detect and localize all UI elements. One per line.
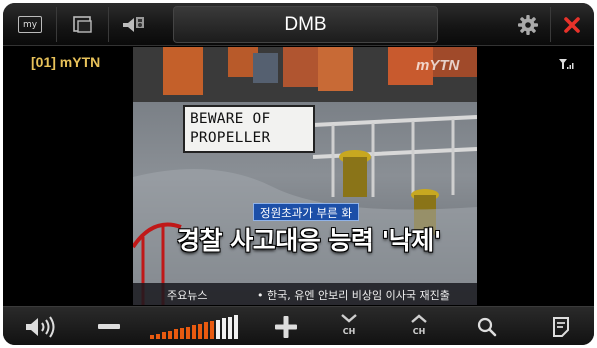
top-bar: my DMB	[3, 3, 594, 46]
ticker-text: • 한국, 유엔 안보리 비상임 이사국 재진출	[257, 289, 450, 302]
volume-bar	[210, 321, 214, 339]
volume-bar	[204, 322, 208, 339]
divider	[56, 7, 57, 42]
my-icon: my	[18, 16, 42, 33]
window-button[interactable]	[65, 9, 101, 40]
volume-bar	[222, 318, 226, 339]
volume-bar	[234, 315, 238, 339]
minus-icon	[98, 324, 120, 329]
close-icon	[564, 16, 580, 33]
volume-bar	[150, 335, 154, 339]
volume-bar	[156, 333, 160, 339]
video-frame	[133, 47, 477, 305]
volume-bar	[180, 328, 184, 339]
news-ticker: 주요뉴스 • 한국, 유엔 안보리 비상임 이사국 재진출	[133, 283, 477, 305]
plus-icon	[275, 316, 297, 338]
close-button[interactable]	[555, 9, 589, 40]
divider	[550, 7, 551, 42]
volume-bar	[216, 319, 220, 339]
volume-bar	[198, 323, 202, 339]
channel-up-button[interactable]: CH	[399, 311, 439, 343]
search-button[interactable]	[469, 311, 505, 343]
volume-bar	[228, 316, 232, 339]
app-title: DMB	[284, 13, 327, 35]
volume-down-button[interactable]	[91, 311, 127, 343]
volume-bar	[192, 325, 196, 339]
broadcaster-watermark: mYTN	[416, 57, 460, 74]
settings-button[interactable]	[511, 9, 545, 40]
chevron-up-icon	[411, 314, 427, 323]
search-icon	[477, 317, 497, 337]
my-button[interactable]: my	[13, 9, 47, 40]
gear-icon	[518, 14, 538, 35]
control-bar: CH CH	[3, 306, 594, 345]
ch-down-label: CH	[342, 327, 356, 336]
ch-up-label: CH	[412, 327, 426, 336]
chevron-down-icon	[341, 314, 357, 323]
volume-bar	[162, 332, 166, 339]
speaker-icon	[26, 316, 55, 338]
volume-bar	[186, 326, 190, 339]
ticker-label: 주요뉴스	[167, 289, 208, 302]
video-player[interactable]: BEWARE OF PROPELLER mYTN 정원초과가 부른 화 경찰 사…	[133, 47, 477, 305]
signal-icon	[559, 59, 574, 69]
app-title-panel: DMB	[173, 6, 438, 43]
volume-bar	[168, 330, 172, 339]
channel-down-button[interactable]: CH	[329, 311, 369, 343]
memo-button[interactable]	[543, 311, 579, 343]
audio-icon	[123, 16, 144, 32]
volume-up-button[interactable]	[268, 311, 304, 343]
dmb-app: my DMB [01] mYTN BEWARE OF PROPELLER mYT…	[3, 3, 594, 345]
memo-icon	[553, 317, 569, 337]
channel-label: [01] mYTN	[31, 54, 101, 70]
divider	[108, 7, 109, 42]
volume-bars[interactable]	[150, 315, 242, 339]
audio-button[interactable]	[116, 9, 152, 40]
news-headline: 경찰 사고대응 능력 '낙제'	[177, 226, 441, 255]
propeller-sign: BEWARE OF PROPELLER	[183, 105, 315, 153]
volume-bar	[174, 329, 178, 339]
mute-button[interactable]	[21, 311, 61, 343]
news-subcaption: 정원초과가 부른 화	[253, 203, 359, 221]
window-icon	[73, 15, 92, 33]
